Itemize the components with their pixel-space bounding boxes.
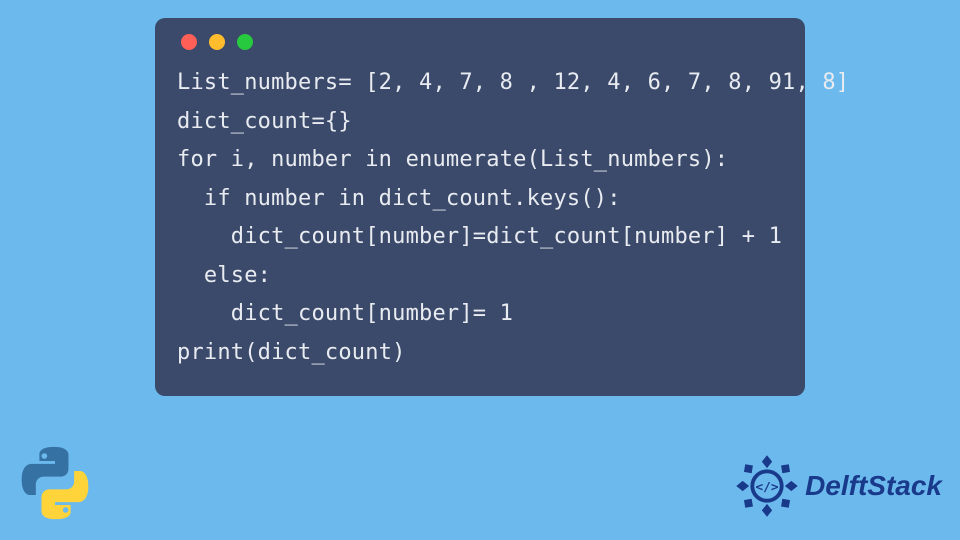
delftstack-logo-icon: </> <box>735 454 799 518</box>
close-icon <box>181 34 197 50</box>
code-line: for i, number in enumerate(List_numbers)… <box>177 147 728 172</box>
svg-text:</>: </> <box>756 480 779 495</box>
code-line: else: <box>177 263 271 288</box>
code-line: if number in dict_count.keys(): <box>177 186 621 211</box>
code-line: dict_count[number]= 1 <box>177 301 513 326</box>
code-line: List_numbers= [2, 4, 7, 8 , 12, 4, 6, 7,… <box>177 70 849 95</box>
brand-name: DelftStack <box>805 470 942 502</box>
brand-badge: </> DelftStack <box>735 454 942 518</box>
minimize-icon <box>209 34 225 50</box>
code-block: List_numbers= [2, 4, 7, 8 , 12, 4, 6, 7,… <box>177 64 783 372</box>
traffic-lights <box>181 34 783 50</box>
code-line: dict_count[number]=dict_count[number] + … <box>177 224 782 249</box>
code-window: List_numbers= [2, 4, 7, 8 , 12, 4, 6, 7,… <box>155 18 805 396</box>
code-line: dict_count={} <box>177 109 352 134</box>
code-line: print(dict_count) <box>177 340 406 365</box>
python-logo-icon <box>16 444 94 522</box>
maximize-icon <box>237 34 253 50</box>
